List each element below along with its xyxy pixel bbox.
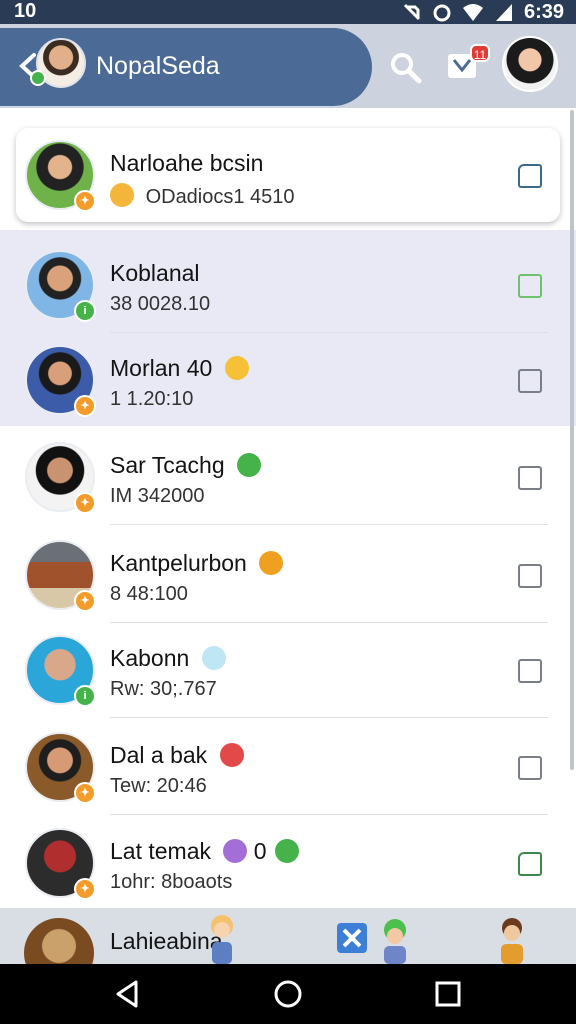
status-badge: ✦ (74, 395, 96, 417)
divider (110, 524, 548, 525)
status-badge: ✦ (74, 590, 96, 612)
contact-name-text: Kabonn (110, 645, 190, 671)
divider (110, 717, 548, 718)
status-icons: 6:39 (402, 0, 564, 24)
contact-name-text: Kantpelurbon (110, 550, 247, 576)
contact-name-text: Sar Tcachg (110, 452, 225, 478)
contact-name-text: Morlan 40 (110, 355, 213, 381)
alarm-icon (433, 4, 451, 22)
home-nav-icon[interactable] (272, 978, 304, 1010)
contact-status: 1ohr: 8boaots (110, 871, 233, 893)
list-item[interactable]: i Koblanal 38 0028.10 (0, 238, 576, 333)
pin-emoji-icon (219, 743, 244, 767)
contact-status-text: ODadiocs1 4510 (145, 186, 295, 208)
back-nav-icon[interactable] (112, 978, 144, 1010)
system-nav-bar (0, 964, 576, 1024)
list-item[interactable]: ✦ Kantpelurbon 8 48:100 (0, 528, 576, 623)
status-badge: ✦ (74, 878, 96, 900)
status-emoji-icon (110, 183, 134, 207)
select-checkbox[interactable] (518, 369, 542, 393)
status-badge: ✦ (74, 190, 96, 212)
inbox-badge: 11 (470, 44, 490, 62)
list-item[interactable]: i Kabonn Rw: 30;.767 (0, 623, 576, 718)
notification-icon (403, 3, 421, 21)
online-badge (30, 70, 46, 86)
status-badge: i (74, 300, 96, 322)
contact-name: Morlan 40 (110, 355, 249, 382)
contact-status: ODadiocs1 4510 (110, 183, 295, 209)
list-item-partial[interactable]: Lahieabina (0, 908, 576, 964)
crown-emoji-icon (224, 356, 249, 380)
puzzle-icon[interactable] (336, 922, 368, 954)
list-item[interactable]: ✦ Dal a bak Tew: 20:46 (0, 720, 576, 815)
contact-name-text: Lat temak (110, 838, 211, 864)
select-checkbox[interactable] (518, 164, 542, 188)
contact-status: Rw: 30;.767 (110, 678, 217, 700)
divider (110, 814, 548, 815)
contact-status: 1 1.20:10 (110, 388, 194, 410)
contact-name: Sar Tcachg (110, 452, 262, 479)
list-item[interactable]: ✦ Lat temak 0 1ohr: 8boaots (0, 816, 576, 911)
contact-name: Narloahe bcsin (110, 150, 264, 176)
check-emoji-icon (274, 839, 299, 863)
contact-name: Dal a bak (110, 742, 244, 769)
list-item[interactable]: ✦ Narloahe bcsin ODadiocs1 4510 (16, 128, 560, 222)
select-checkbox[interactable] (518, 852, 542, 876)
check-emoji-icon (237, 453, 262, 477)
list-item[interactable]: ✦ Sar Tcachg IM 342000 (0, 430, 576, 525)
select-checkbox[interactable] (518, 756, 542, 780)
contact-status: 38 0028.10 (110, 293, 211, 315)
app-bar: NopalSeda 11 (0, 24, 576, 108)
contact-name: Kantpelurbon (110, 550, 284, 577)
contact-list: ✦ Narloahe bcsin ODadiocs1 4510 i Koblan… (0, 108, 576, 908)
orb-emoji-icon (223, 839, 248, 863)
sticker-boy-icon[interactable] (378, 918, 412, 964)
contact-name: Koblanal (110, 260, 200, 286)
status-badge: i (74, 685, 96, 707)
contact-status: 8 48:100 (110, 583, 188, 605)
scrollbar[interactable] (570, 110, 574, 770)
list-item[interactable]: ✦ Morlan 40 1 1.20:10 (0, 333, 576, 428)
contact-name: Kabonn (110, 645, 226, 672)
face-emoji-icon (259, 551, 284, 575)
select-checkbox[interactable] (518, 659, 542, 683)
sticker-kid-icon[interactable] (494, 916, 530, 964)
contact-status: IM 342000 (110, 485, 205, 507)
profile-avatar[interactable] (502, 36, 558, 92)
select-checkbox[interactable] (518, 274, 542, 298)
contact-name-text: Dal a bak (110, 742, 208, 768)
select-checkbox[interactable] (518, 466, 542, 490)
select-checkbox[interactable] (518, 564, 542, 588)
status-badge: ✦ (74, 782, 96, 804)
status-clock: 6:39 (523, 0, 564, 23)
signal-icon (495, 4, 512, 21)
smile-emoji-icon (201, 646, 226, 670)
search-icon[interactable] (388, 50, 422, 84)
contact-name: Lat temak 0 (110, 838, 299, 865)
sticker-girl-icon[interactable] (204, 912, 240, 964)
page-title: NopalSeda (96, 52, 220, 80)
contact-status: Tew: 20:46 (110, 775, 207, 797)
avatar (24, 918, 94, 964)
recents-nav-icon[interactable] (432, 978, 464, 1010)
status-badge: ✦ (74, 492, 96, 514)
wifi-icon (462, 4, 483, 21)
status-bar: 10 6:39 (0, 0, 576, 24)
status-left-text: 10 (14, 0, 37, 22)
contact-name-suffix: 0 (253, 838, 267, 864)
